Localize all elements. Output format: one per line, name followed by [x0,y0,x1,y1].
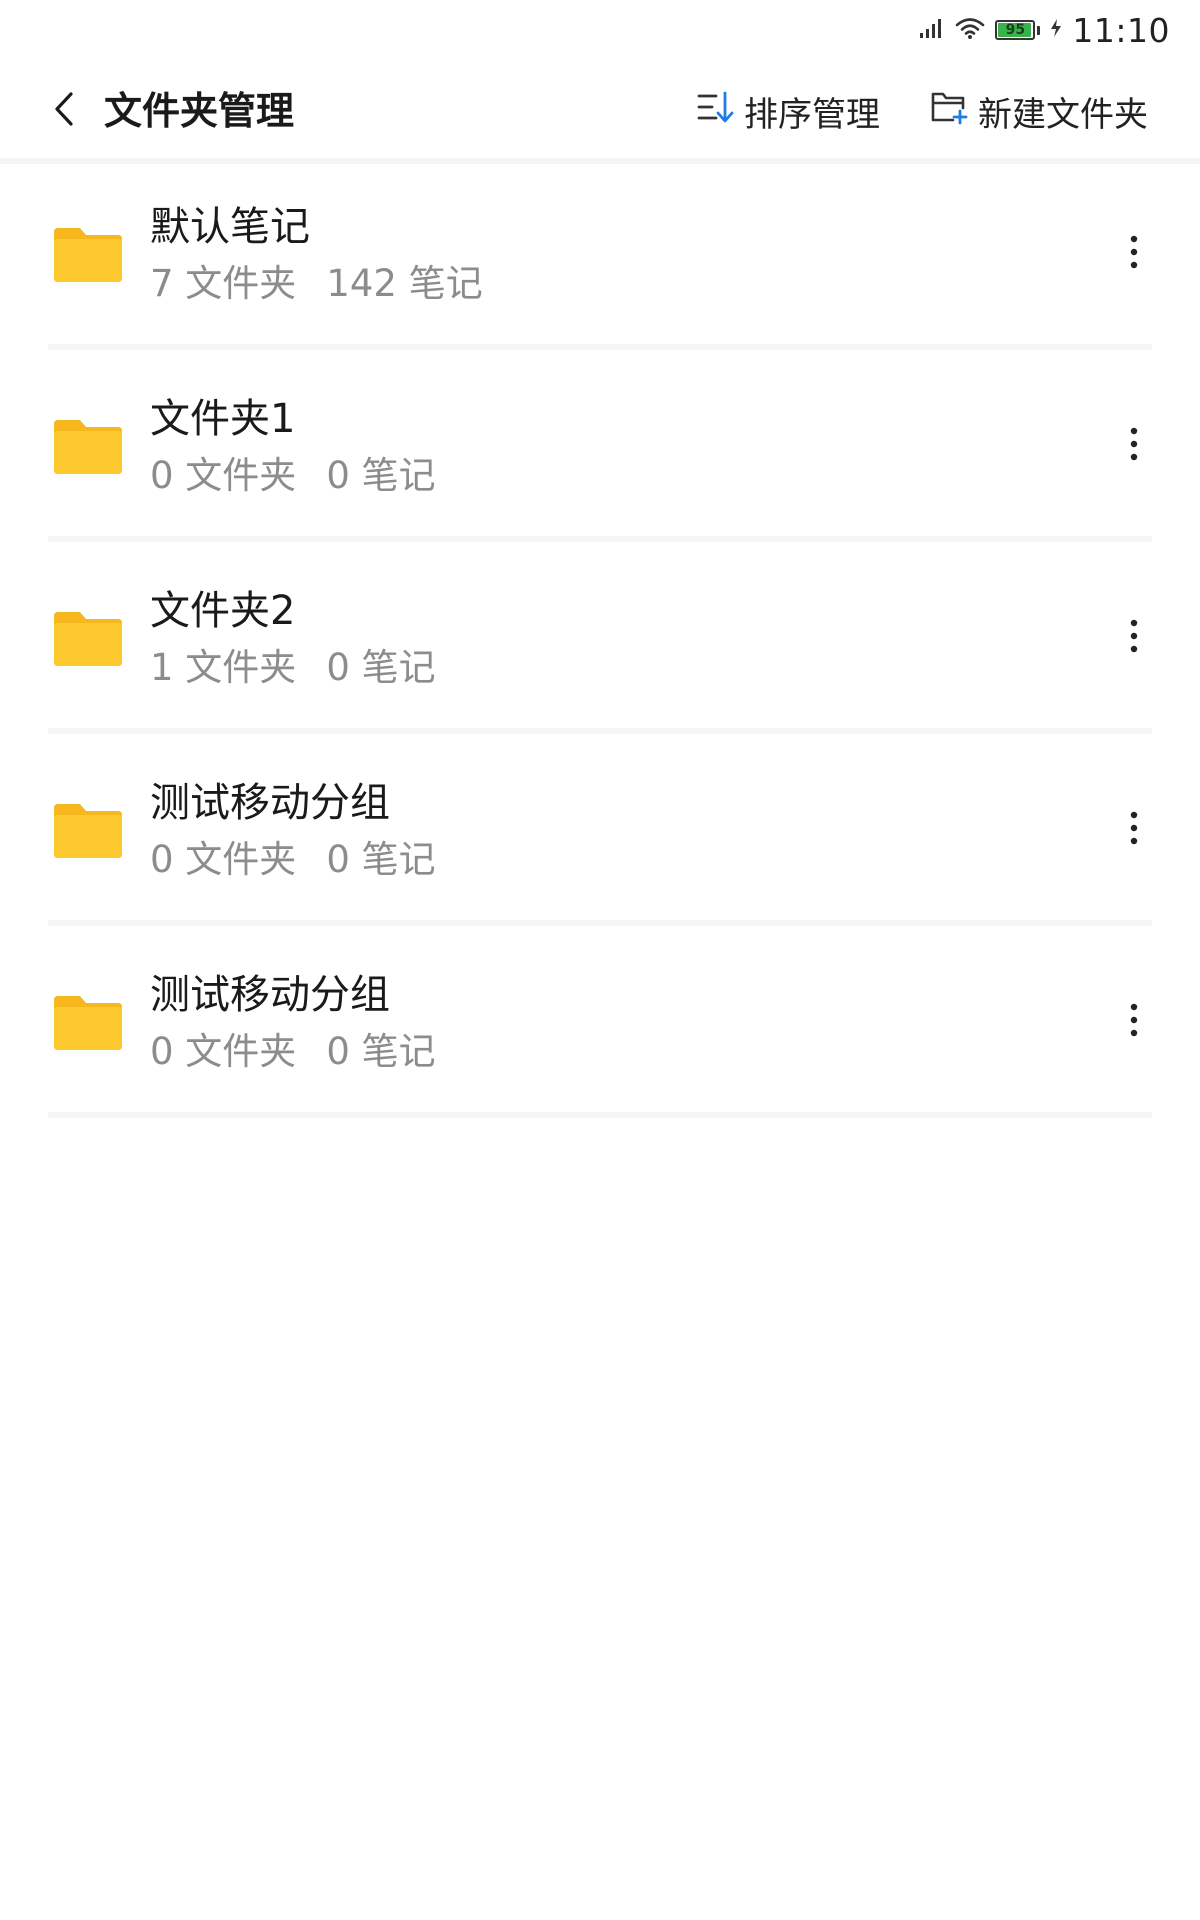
folder-list: 默认笔记 7 文件夹 142 笔记 文件夹1 0 文件夹 0 笔记 文件夹2 1… [0,158,1200,1118]
folder-row[interactable]: 测试移动分组 0 文件夹 0 笔记 [0,734,1200,926]
folder-name: 测试移动分组 [150,780,390,826]
more-vertical-icon [1130,235,1138,273]
more-vertical-icon [1130,619,1138,657]
folder-icon [52,994,124,1052]
more-vertical-icon [1130,427,1138,465]
folder-name: 默认笔记 [150,204,310,250]
back-button[interactable] [44,86,84,136]
new-folder-button[interactable]: 新建文件夹 [930,84,1148,138]
folder-meta: 0 文件夹 0 笔记 [150,452,436,500]
folder-subfolder-count: 7 文件夹 [150,262,297,305]
more-vertical-icon [1130,1003,1138,1041]
page-title: 文件夹管理 [104,89,295,133]
folder-meta: 0 文件夹 0 笔记 [150,836,436,884]
folder-note-count: 0 笔记 [326,1030,436,1073]
folder-name: 测试移动分组 [150,972,390,1018]
sort-manage-label: 排序管理 [744,94,880,135]
chevron-left-icon [52,91,76,131]
battery-indicator: 95 [995,20,1036,40]
folder-meta: 0 文件夹 0 笔记 [150,1028,436,1076]
wifi-icon [955,16,985,44]
more-options-button[interactable] [1114,994,1154,1050]
folder-add-icon [930,89,968,134]
battery-cap [1037,25,1041,35]
app-header: 文件夹管理 排序管理 新建文件夹 [0,64,1200,164]
status-indicators: 95 11:10 [919,10,1170,50]
more-options-button[interactable] [1114,418,1154,474]
folder-note-count: 0 笔记 [326,454,436,497]
cellular-signal-icon [919,17,945,43]
folder-row[interactable]: 文件夹1 0 文件夹 0 笔记 [0,350,1200,542]
folder-icon [52,226,124,284]
folder-name: 文件夹1 [150,396,296,442]
sort-icon [696,89,734,134]
folder-note-count: 0 笔记 [326,838,436,881]
more-options-button[interactable] [1114,226,1154,282]
charging-bolt-icon [1050,18,1062,42]
folder-row[interactable]: 默认笔记 7 文件夹 142 笔记 [0,158,1200,350]
more-options-button[interactable] [1114,802,1154,858]
folder-icon [52,610,124,668]
more-vertical-icon [1130,811,1138,849]
folder-row[interactable]: 测试移动分组 0 文件夹 0 笔记 [0,926,1200,1118]
folder-subfolder-count: 1 文件夹 [150,646,297,689]
folder-icon [52,418,124,476]
status-bar: 95 11:10 [0,0,1200,64]
folder-meta: 1 文件夹 0 笔记 [150,644,436,692]
new-folder-label: 新建文件夹 [978,94,1148,135]
folder-note-count: 0 笔记 [326,646,436,689]
sort-manage-button[interactable]: 排序管理 [696,84,880,138]
battery-level: 95 [1005,22,1026,38]
folder-name: 文件夹2 [150,588,296,634]
folder-meta: 7 文件夹 142 笔记 [150,260,483,308]
folder-management-screen: 95 11:10 文件夹管理 排序管理 新建文件夹 默认笔记 7 文件夹 142… [0,0,1200,1920]
folder-note-count: 142 笔记 [326,262,483,305]
status-time: 11:10 [1072,10,1170,50]
folder-icon [52,802,124,860]
more-options-button[interactable] [1114,610,1154,666]
folder-subfolder-count: 0 文件夹 [150,454,297,497]
folder-subfolder-count: 0 文件夹 [150,838,297,881]
folder-subfolder-count: 0 文件夹 [150,1030,297,1073]
folder-row[interactable]: 文件夹2 1 文件夹 0 笔记 [0,542,1200,734]
